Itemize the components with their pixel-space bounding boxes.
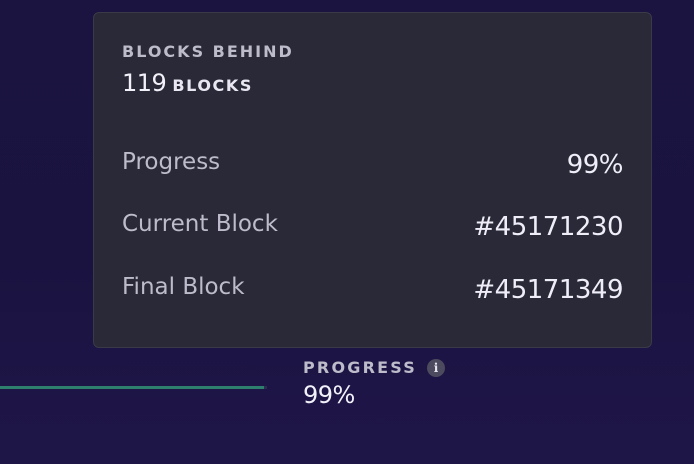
tooltip-row-progress: Progress 99% [122, 145, 624, 180]
sync-tooltip: BLOCKS BEHIND 119 BLOCKS Progress 99% Cu… [93, 12, 652, 348]
final-block-value: #45171349 [473, 275, 623, 305]
progress-label: PROGRESS [303, 358, 417, 377]
progress-row-value: 99% [566, 150, 624, 180]
progress-row-label: Progress [122, 149, 221, 175]
blocks-behind-count: 119 [122, 69, 167, 97]
sync-progress-bar[interactable] [0, 386, 267, 389]
progress-value: 99% [303, 381, 355, 409]
tooltip-row-final-block: Final Block #45171349 [122, 270, 623, 305]
sync-progress-bar-fill [0, 386, 265, 389]
blocks-behind-value: 119 BLOCKS [122, 69, 253, 97]
tooltip-title: BLOCKS BEHIND [122, 42, 294, 61]
final-block-label: Final Block [122, 274, 245, 300]
blocks-unit-label: BLOCKS [172, 76, 253, 95]
current-block-value: #45171230 [473, 212, 623, 242]
info-icon[interactable]: i [426, 358, 445, 377]
progress-heading: PROGRESS i [303, 358, 445, 377]
tooltip-row-current-block: Current Block #45171230 [122, 207, 623, 242]
current-block-label: Current Block [122, 211, 278, 237]
